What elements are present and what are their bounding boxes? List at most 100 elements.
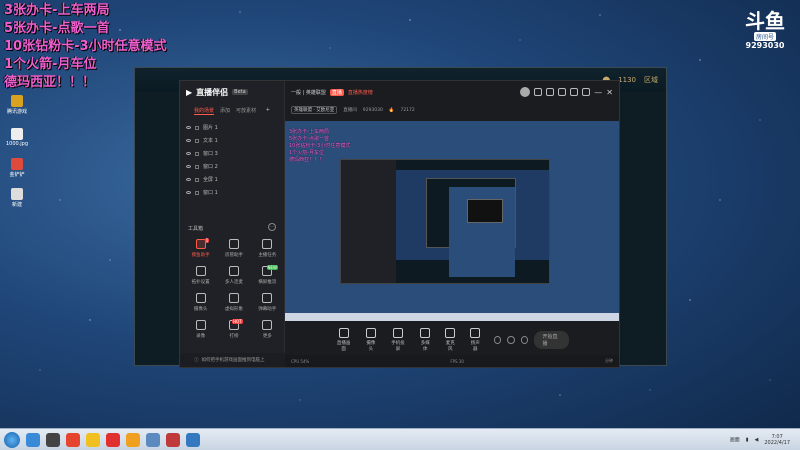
tool-landscape[interactable]: NEW 横屏推流	[251, 265, 284, 285]
add-scene-button[interactable]: +	[266, 107, 270, 115]
clock[interactable]: 7:07 2022/4/17	[764, 434, 790, 446]
start-live-button[interactable]: 开始直播	[534, 331, 570, 349]
message-icon[interactable]	[558, 88, 567, 96]
screen-icon	[338, 328, 349, 338]
menu-icon[interactable]	[582, 88, 591, 96]
eye-icon[interactable]	[507, 336, 515, 344]
tab-add[interactable]: 添加	[220, 107, 230, 115]
tool-rank[interactable]: HOT 打榜	[217, 319, 250, 339]
danmaku-icon	[262, 293, 273, 303]
app-sidebar: ▶ 直播伴侣 Beta 我的场景 添加 可放素材 + 图片 1 文本 1 窗口 …	[180, 81, 285, 367]
tool-multi-mic[interactable]: 多人连麦	[217, 266, 250, 285]
tool-record[interactable]: 录像	[184, 320, 217, 339]
media-icon	[420, 328, 431, 338]
stream-preview[interactable]: 3张办卡-上车两局 5张办卡-点歌一首 10张钻粉卡-3小时任意模式 1个火箭-…	[285, 121, 619, 321]
room-title[interactable]: 英雄联盟 · 艾欧尼亚	[291, 106, 338, 114]
phone-cast-hint[interactable]: ⓘ 如何把手机游戏画面推到电脑上	[180, 353, 285, 367]
app-logo: ▶ 直播伴侣 Beta	[186, 87, 248, 97]
scene-item[interactable]: 窗口 1	[186, 186, 278, 199]
tray-label[interactable]: 画面	[730, 436, 740, 443]
overlay-line: 3张办卡-上车两局	[4, 3, 110, 18]
room-link[interactable]: 直播间	[343, 107, 357, 113]
desktop-icon-new[interactable]: 新建	[2, 188, 32, 208]
app-streamer-icon[interactable]	[186, 432, 200, 447]
skin-icon[interactable]	[546, 88, 555, 96]
gift-icon[interactable]	[534, 88, 543, 96]
scene-item[interactable]: 窗口 2	[186, 160, 278, 173]
desktop-icon-tencent[interactable]: 腾讯游戏	[2, 95, 32, 115]
desktop-icon-image[interactable]: 1000.jpg	[2, 128, 32, 147]
scene-item[interactable]: 文本 1	[186, 134, 278, 147]
minimize-button[interactable]: —	[594, 88, 602, 97]
eye-icon[interactable]	[186, 178, 191, 181]
microphone-button[interactable]: 麦克风	[444, 328, 457, 352]
tool-topology[interactable]: 拓扑设置	[184, 266, 217, 285]
nested-preview-3	[467, 199, 503, 223]
game-coins: 1130	[618, 76, 636, 84]
gear-icon[interactable]	[520, 336, 529, 344]
speaker-button[interactable]: 扬声器	[469, 328, 482, 352]
scene-item[interactable]: 图片 1	[186, 121, 278, 134]
lock-icon[interactable]	[195, 164, 199, 169]
room-info-bar: 英雄联盟 · 艾欧尼亚 直播间 9293030 🔥 72172	[285, 103, 619, 117]
toolbox-more-button[interactable]: ···	[268, 223, 276, 231]
eye-icon[interactable]	[186, 152, 191, 155]
scene-item[interactable]: 窗口 3	[186, 147, 278, 160]
lock-icon[interactable]	[195, 151, 199, 156]
eye-icon[interactable]	[186, 126, 191, 129]
lock-icon[interactable]	[195, 177, 199, 182]
close-button[interactable]: ✕	[606, 88, 613, 97]
tab-my-scenes[interactable]: 我的场景	[194, 107, 215, 115]
app-lol-icon[interactable]	[166, 432, 180, 447]
category-label[interactable]: 一般 | 英雄联盟	[291, 89, 326, 96]
nested-preview-2	[426, 178, 516, 277]
source-screen-button[interactable]: 直播画面	[335, 328, 352, 352]
tool-avatar[interactable]: 虚拟形象	[217, 293, 250, 312]
app-g-icon[interactable]	[46, 432, 60, 447]
tool-tasks[interactable]: 主播任务	[251, 239, 284, 258]
hot-rank-link[interactable]: 直播热度榜	[348, 89, 373, 96]
start-button[interactable]	[4, 431, 20, 448]
eye-icon[interactable]	[186, 191, 191, 194]
phone-icon	[393, 328, 404, 338]
folder-icon[interactable]	[126, 432, 140, 447]
app-yellow-icon[interactable]	[86, 432, 100, 447]
app-red-icon[interactable]	[66, 432, 80, 447]
eye-icon[interactable]	[186, 165, 191, 168]
tool-room-admin[interactable]: 房管助手	[217, 239, 250, 258]
microphone-icon	[445, 328, 456, 338]
tool-camera[interactable]: 摄像头	[184, 293, 217, 312]
tool-fish-helper[interactable]: 1 摸鱼助手	[184, 238, 217, 258]
document-icon	[11, 188, 23, 200]
source-media-button[interactable]: 多媒体	[419, 328, 432, 352]
avatar-icon	[228, 293, 239, 303]
overlay-line: 10张钻粉卡-3小时任意模式	[4, 39, 167, 54]
game-region: 区域	[644, 76, 658, 84]
source-camera-button[interactable]: 摄像头	[364, 328, 377, 352]
scene-item[interactable]: 全屏 1	[186, 173, 278, 186]
user-avatar[interactable]	[520, 87, 531, 97]
record-icon[interactable]	[493, 336, 502, 344]
user-icon	[228, 239, 239, 249]
app-blue-icon[interactable]	[146, 432, 160, 447]
eye-icon[interactable]	[186, 139, 191, 142]
popularity-count: 72172	[400, 107, 415, 113]
record-icon	[195, 320, 206, 330]
tab-materials[interactable]: 可放素材	[236, 107, 256, 115]
network-icon[interactable]: ▮	[746, 437, 749, 443]
source-phone-button[interactable]: 手机投屏	[389, 328, 406, 352]
desktop-icon-game[interactable]: 金铲铲	[2, 158, 32, 178]
tool-more[interactable]: 更多	[251, 320, 284, 339]
fps-status: FPS 30	[450, 358, 464, 364]
topology-icon	[195, 266, 206, 276]
lock-icon[interactable]	[195, 190, 199, 195]
volume-icon[interactable]: ◀	[755, 437, 759, 443]
app-netease-icon[interactable]	[106, 432, 120, 447]
lock-icon[interactable]	[195, 138, 199, 143]
ie-icon[interactable]	[26, 432, 40, 447]
stream-overlay-text: 3张办卡-上车两局 5张办卡-点歌一首 10张钻粉卡-3小时任意模式 1个火箭-…	[4, 2, 167, 92]
tool-danmaku[interactable]: 弹幕助手	[251, 293, 284, 312]
bell-icon[interactable]	[570, 88, 579, 96]
app-main-area: 一般 | 英雄联盟 直播 直播热度榜 — ✕ 英雄联盟 · 艾欧尼亚 直播间 9…	[285, 81, 619, 367]
lock-icon[interactable]	[195, 125, 199, 130]
